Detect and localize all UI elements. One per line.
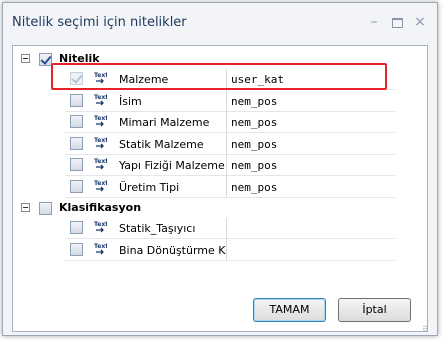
item-checkbox[interactable] <box>70 158 83 171</box>
tree-group-row[interactable]: Klasifikasyon <box>13 199 423 220</box>
attribute-name: Statik_Taşıyıcı <box>119 222 196 235</box>
resize-grip-icon[interactable]: ⠿ <box>422 326 432 337</box>
attribute-name: Bina Dönüştürme Ka <box>119 243 227 257</box>
text-attribute-icon: Text <box>93 177 108 194</box>
text-attribute-icon: Text <box>93 155 108 172</box>
tree-item-row[interactable]: Text İsim nem_pos <box>13 91 423 112</box>
collapse-icon[interactable] <box>21 203 30 212</box>
tree-item-row[interactable]: Text Yapı Fiziği Malzeme nem_pos <box>13 155 423 176</box>
cancel-button[interactable]: İptal <box>338 298 411 322</box>
attribute-value: nem_pos <box>231 137 278 151</box>
attribute-value: nem_pos <box>231 180 278 194</box>
row-divider <box>65 259 395 261</box>
attribute-value: nem_pos <box>231 94 278 108</box>
text-attribute-icon: Text <box>93 218 108 235</box>
group-label: Klasifikasyon <box>59 201 142 214</box>
close-button[interactable]: × <box>409 12 431 32</box>
row-divider <box>65 196 395 198</box>
item-checkbox[interactable] <box>70 115 83 128</box>
ok-button[interactable]: TAMAM <box>253 298 326 322</box>
svg-text:Text: Text <box>94 115 107 122</box>
svg-text:Text: Text <box>94 137 107 144</box>
svg-text:Text: Text <box>94 243 107 250</box>
maximize-icon <box>391 18 403 28</box>
group-checkbox[interactable] <box>39 202 52 215</box>
tree-item-row[interactable]: Text Statik Malzeme nem_pos <box>13 134 423 155</box>
tree-item-row[interactable]: Text Üretim Tipi nem_pos <box>13 177 423 198</box>
window-title: Nitelik seçimi için nitelikler <box>12 15 187 30</box>
svg-text:Text: Text <box>94 221 107 228</box>
attribute-name: Üretim Tipi <box>119 180 180 194</box>
column-divider <box>226 218 227 261</box>
svg-text:Text: Text <box>94 180 107 187</box>
svg-text:Text: Text <box>94 158 107 165</box>
attribute-value: nem_pos <box>231 116 278 129</box>
minimize-button[interactable]: – <box>363 12 385 32</box>
tree-item-row[interactable]: Text Mimari Malzeme nem_pos <box>13 112 423 133</box>
item-checkbox[interactable] <box>70 179 83 193</box>
item-checkbox[interactable] <box>70 136 83 150</box>
title-bar[interactable]: Nitelik seçimi için nitelikler – × <box>3 3 437 43</box>
item-checkbox[interactable] <box>70 221 83 234</box>
tree-item-row[interactable]: Text Bina Dönüştürme Ka <box>13 240 423 261</box>
svg-text:Text: Text <box>94 94 107 101</box>
text-attribute-icon: Text <box>93 134 108 151</box>
collapse-icon[interactable] <box>21 54 30 63</box>
item-checkbox[interactable] <box>70 242 83 256</box>
text-attribute-icon: Text <box>93 240 108 257</box>
item-checkbox[interactable] <box>70 93 83 107</box>
attribute-value: nem_pos <box>231 159 278 172</box>
attribute-name: Mimari Malzeme <box>119 116 210 129</box>
text-attribute-icon: Text <box>93 112 108 129</box>
attribute-name: Statik Malzeme <box>119 137 204 151</box>
maximize-button[interactable] <box>386 12 408 32</box>
highlight-box <box>51 63 387 90</box>
tree-item-row[interactable]: Text Statik_Taşıyıcı <box>13 218 423 239</box>
text-attribute-icon: Text <box>93 91 108 108</box>
attribute-name: İsim <box>119 94 142 108</box>
dialog-window: Nitelik seçimi için nitelikler – × Nitel… <box>2 2 438 336</box>
attribute-name: Yapı Fiziği Malzeme <box>119 159 225 172</box>
